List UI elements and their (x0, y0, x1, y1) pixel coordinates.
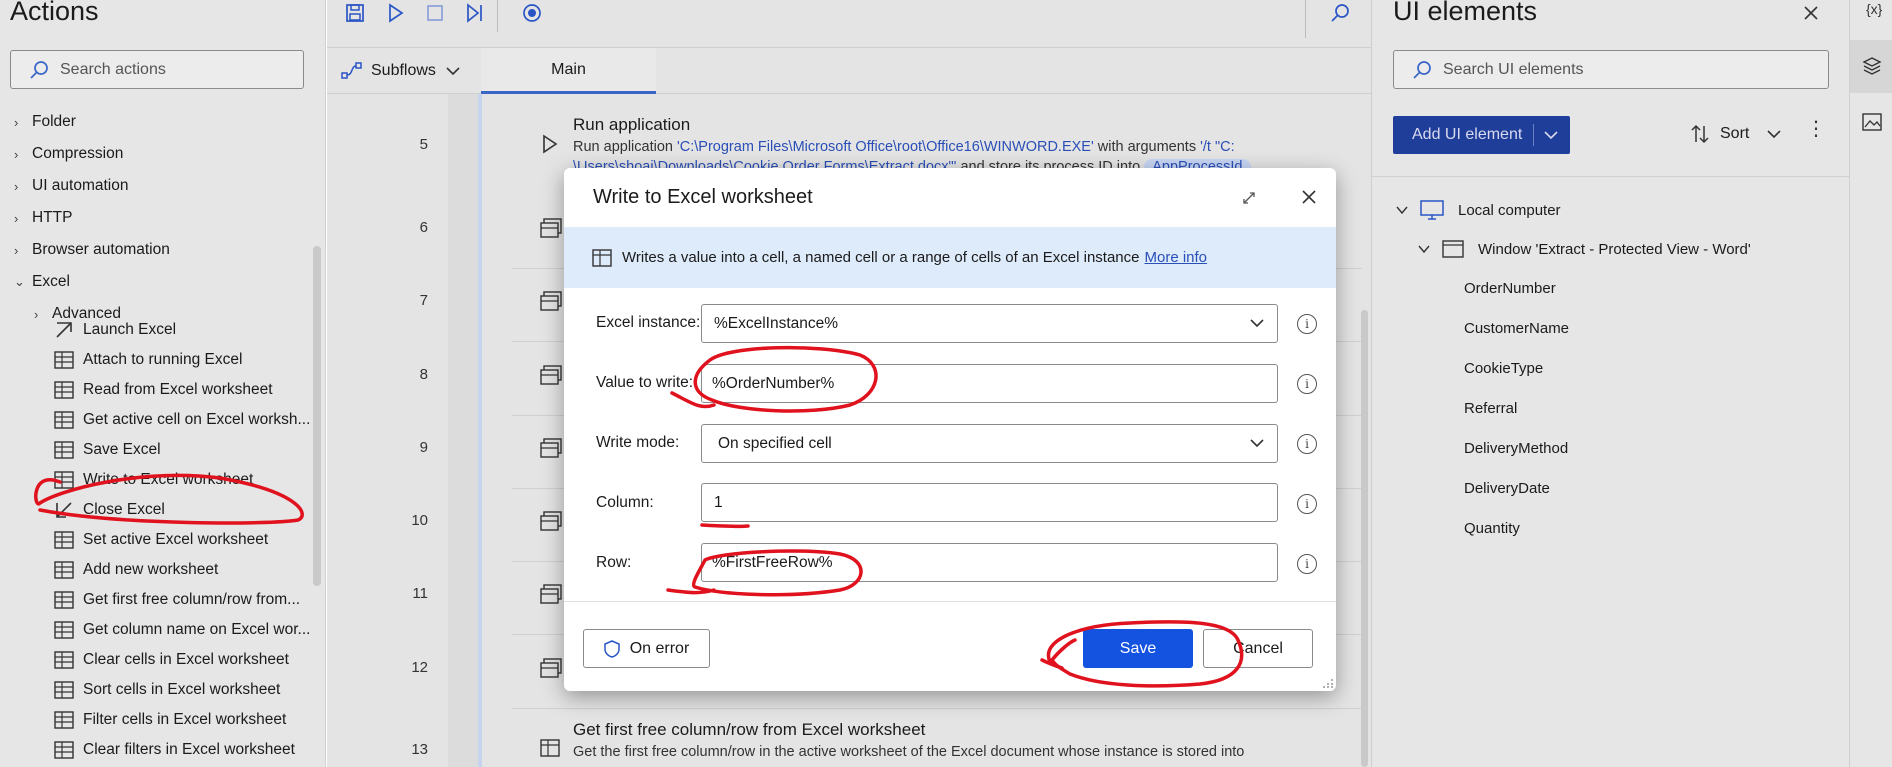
column-input[interactable]: 1 (701, 483, 1278, 522)
on-error-button[interactable]: On error (583, 629, 710, 668)
row-value: %FirstFreeRow% (712, 553, 833, 571)
excel-instance-select[interactable]: %ExcelInstance% (701, 304, 1278, 343)
value-to-write-label: Value to write: (596, 374, 694, 391)
dialog-title: Write to Excel worksheet (593, 186, 813, 208)
column-value: 1 (714, 493, 723, 511)
excel-instance-label: Excel instance: (596, 314, 701, 331)
on-error-label: On error (629, 639, 690, 657)
save-button[interactable]: Save (1083, 629, 1193, 668)
info-icon[interactable]: i (1297, 374, 1317, 394)
more-info-link[interactable]: More info (1145, 249, 1208, 266)
row-label: Row: (596, 554, 632, 571)
dialog-info-bar: Writes a value into a cell, a named cell… (564, 227, 1336, 288)
value-to-write-value: %OrderNumber% (712, 374, 835, 392)
resize-grip-icon[interactable] (1322, 676, 1334, 688)
chevron-down-icon (1250, 439, 1264, 448)
excel-sheet-icon (592, 248, 612, 267)
info-text: Writes a value into a cell, a named cell… (622, 249, 1207, 266)
write-mode-value: On specified cell (718, 434, 832, 452)
chevron-down-icon (1250, 319, 1264, 328)
shield-icon (603, 639, 620, 658)
info-description: Writes a value into a cell, a named cell… (622, 249, 1140, 266)
write-mode-label: Write mode: (596, 434, 680, 451)
dialog-footer-divider (564, 601, 1336, 602)
info-icon[interactable]: i (1297, 434, 1317, 454)
row-input[interactable]: %FirstFreeRow% (701, 543, 1278, 582)
cancel-button[interactable]: Cancel (1203, 629, 1313, 668)
write-to-excel-dialog: Write to Excel worksheet Writes a value … (564, 168, 1336, 691)
info-icon[interactable]: i (1297, 554, 1317, 574)
expand-icon[interactable] (1241, 190, 1257, 206)
value-to-write-input[interactable]: %OrderNumber% (701, 364, 1278, 403)
write-mode-select[interactable]: On specified cell (701, 424, 1278, 463)
excel-instance-value: %ExcelInstance% (714, 314, 839, 332)
info-icon[interactable]: i (1297, 314, 1317, 334)
info-icon[interactable]: i (1297, 494, 1317, 514)
column-label: Column: (596, 494, 654, 511)
close-icon[interactable] (1301, 189, 1317, 205)
